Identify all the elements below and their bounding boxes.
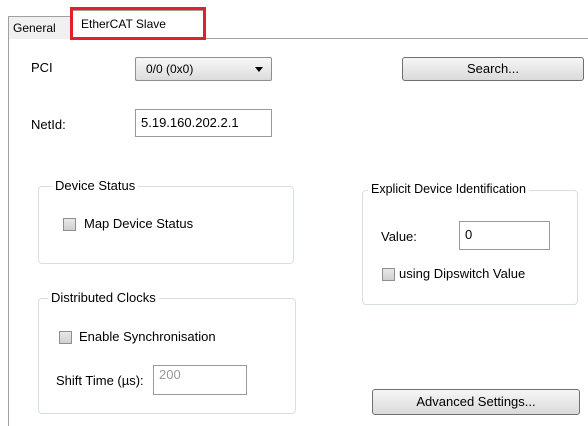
netid-field[interactable]: 5.19.160.202.2.1: [135, 109, 272, 137]
pci-select-value: 0/0 (0x0): [146, 62, 194, 76]
chevron-down-icon: [255, 67, 263, 72]
value-field[interactable]: 0: [459, 221, 550, 250]
tab-general[interactable]: General: [8, 16, 72, 39]
map-device-status-checkbox[interactable]: [63, 218, 76, 231]
enable-synchronisation-label: Enable Synchronisation: [79, 329, 216, 344]
shift-time-field[interactable]: 200: [153, 365, 247, 395]
distributed-clocks-title: Distributed Clocks: [48, 290, 159, 305]
value-label: Value:: [381, 229, 417, 244]
pci-label: PCI: [31, 60, 53, 75]
netid-label: NetId:: [31, 117, 66, 132]
enable-synchronisation-checkbox[interactable]: [59, 331, 72, 344]
tab-ethercat-slave[interactable]: EtherCAT Slave: [72, 10, 204, 40]
shift-time-label: Shift Time (µs):: [56, 373, 144, 388]
explicit-device-identification-title: Explicit Device Identification: [368, 182, 529, 196]
tab-general-label: General: [13, 21, 56, 35]
dipswitch-checkbox[interactable]: [382, 268, 395, 281]
search-button[interactable]: Search...: [402, 57, 584, 81]
map-device-status-label: Map Device Status: [84, 216, 194, 231]
page-left-border: [8, 39, 9, 426]
tab-ethercat-slave-label: EtherCAT Slave: [81, 17, 166, 31]
distributed-clocks-group: [38, 298, 296, 414]
advanced-settings-button[interactable]: Advanced Settings...: [372, 389, 580, 415]
dipswitch-label: using Dipswitch Value: [399, 266, 526, 281]
pci-select[interactable]: 0/0 (0x0): [135, 57, 272, 81]
device-status-title: Device Status: [52, 178, 139, 193]
